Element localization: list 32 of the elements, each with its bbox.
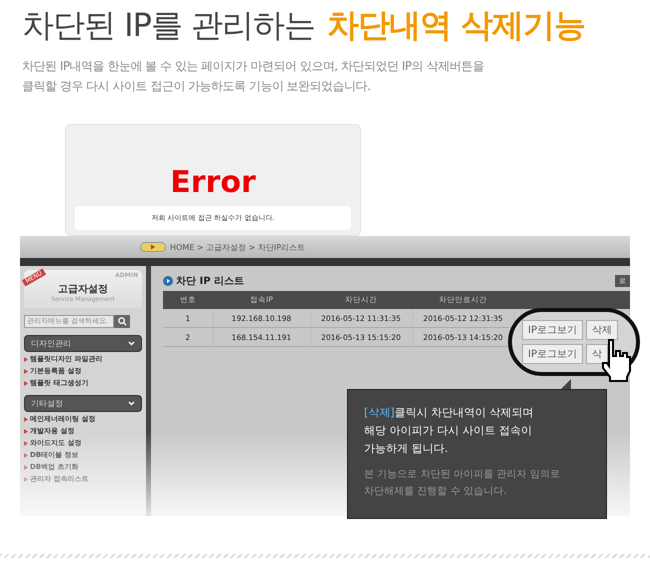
bullet-triangle-icon xyxy=(24,357,28,362)
menu-group-header[interactable]: 디자인관리 xyxy=(24,335,142,352)
search-button[interactable] xyxy=(114,315,130,328)
delete-button[interactable]: 삭제 xyxy=(586,320,618,340)
tooltip-text: [삭제]클릭시 차단내역이 삭제되며 해당 아이피가 다시 사이트 접속이 가능하게 됩니다. xyxy=(364,405,535,457)
play-circle-icon xyxy=(163,276,173,286)
breadcrumb: HOME > 고급자설정 > 차단IP리스트 xyxy=(170,242,306,252)
headline-text: 차단된 IP를 관리하는 xyxy=(22,5,316,46)
description-line: 차단된 IP내역을 한눈에 볼 수 있는 페이지가 마련되어 있으며, 차단되었던 IP의 삭제버튼을 xyxy=(22,58,485,75)
search-icon xyxy=(118,317,126,326)
bullet-triangle-icon xyxy=(24,369,28,374)
headline-highlight: 차단내역 삭제기능 xyxy=(327,5,586,46)
bullet-triangle-icon xyxy=(24,381,28,386)
list-title: 차단 IP 리스트 xyxy=(163,274,244,288)
sidebar-title: 고급자설정 xyxy=(58,283,108,296)
chevron-down-icon xyxy=(128,341,135,346)
bullet-triangle-icon xyxy=(24,429,28,434)
bullet-triangle-icon xyxy=(24,477,28,482)
bullet-triangle-icon xyxy=(24,441,28,446)
bullet-triangle-icon xyxy=(24,417,28,422)
hand-cursor-icon xyxy=(600,338,634,382)
ip-log-button[interactable]: IP로그보기 xyxy=(522,344,583,364)
bullet-triangle-icon xyxy=(24,453,28,458)
description-line: 클릭할 경우 다시 사이트 접근이 가능하도록 기능이 보완되었습니다. xyxy=(22,78,372,95)
ip-log-button[interactable]: IP로그보기 xyxy=(522,320,583,340)
error-title: Error xyxy=(170,165,256,200)
chevron-down-icon xyxy=(128,401,135,406)
play-pill-icon xyxy=(140,242,166,252)
delete-button[interactable]: 삭 xyxy=(586,344,608,364)
menu-group-header[interactable]: 기타설정 xyxy=(24,395,142,412)
tooltip-note: 본 기능으로 차단된 아이피를 관리자 임의로 차단해제를 진행할 수 있습니다. xyxy=(364,468,561,499)
bullet-triangle-icon xyxy=(24,465,28,470)
